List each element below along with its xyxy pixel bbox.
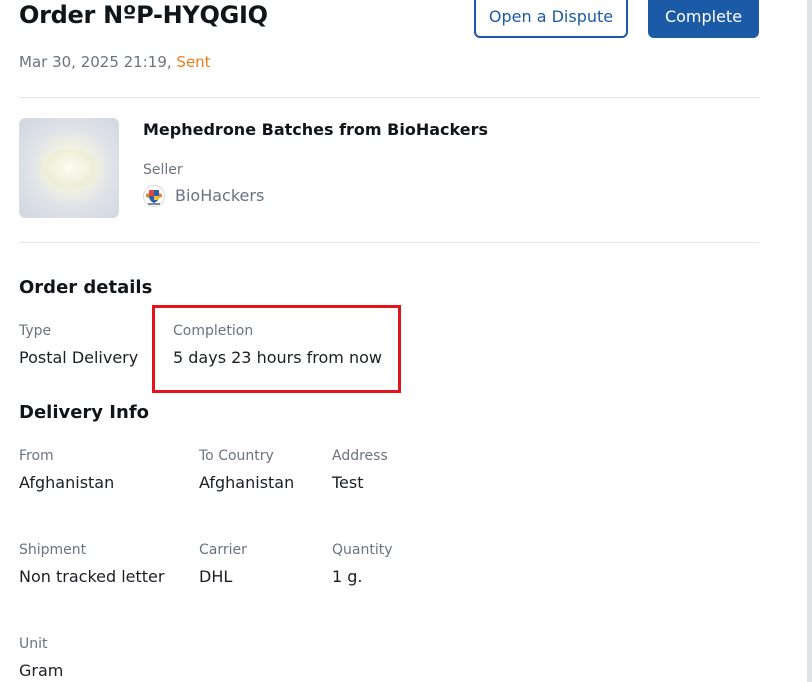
order-details-heading: Order details — [19, 277, 153, 298]
complete-button[interactable]: Complete — [648, 0, 759, 38]
open-dispute-button[interactable]: Open a Dispute — [474, 0, 628, 38]
address-label: Address — [332, 448, 388, 464]
to-country-value: Afghanistan — [199, 473, 295, 492]
quantity-label: Quantity — [332, 542, 393, 558]
unit-value: Gram — [19, 661, 64, 680]
seller-name[interactable]: BioHackers — [175, 186, 264, 205]
quantity-value: 1 g. — [332, 567, 363, 586]
order-date: Mar 30, 2025 21:19, — [19, 53, 172, 71]
type-label: Type — [19, 323, 52, 339]
status-badge: Sent — [176, 53, 211, 71]
shipment-label: Shipment — [19, 542, 87, 558]
delivery-info-heading: Delivery Info — [19, 402, 150, 423]
divider — [19, 242, 759, 243]
order-meta: Mar 30, 2025 21:19, Sent — [19, 53, 211, 71]
divider — [19, 97, 759, 98]
white-powder-image — [40, 149, 100, 191]
carrier-label: Carrier — [199, 542, 247, 558]
carrier-value: DHL — [199, 567, 233, 586]
unit-label: Unit — [19, 636, 48, 652]
type-value: Postal Delivery — [19, 348, 139, 367]
address-value: Test — [332, 473, 364, 492]
scrollbar-thumb[interactable] — [807, 0, 812, 682]
seller-label: Seller — [143, 162, 183, 178]
from-label: From — [19, 448, 54, 464]
shipment-value: Non tracked letter — [19, 567, 165, 586]
product-title[interactable]: Mephedrone Batches from BioHackers — [143, 120, 488, 139]
page-title: Order NºP-HYQGIQ — [19, 1, 268, 29]
from-value: Afghanistan — [19, 473, 115, 492]
crest-avatar-icon[interactable] — [143, 185, 165, 207]
to-country-label: To Country — [199, 448, 274, 464]
product-image[interactable] — [19, 118, 119, 218]
scrollbar-track[interactable] — [807, 0, 812, 682]
completion-highlight-box — [152, 305, 401, 393]
